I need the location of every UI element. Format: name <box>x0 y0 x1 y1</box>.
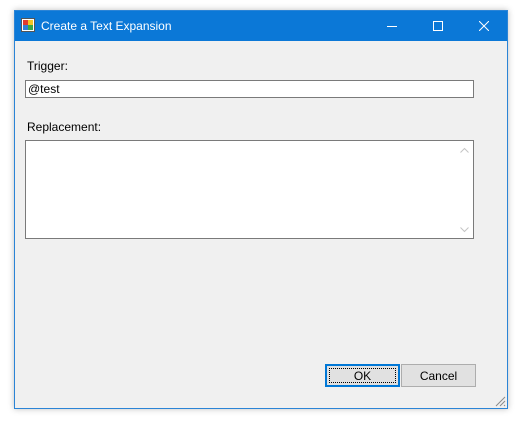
chevron-down-icon <box>460 226 469 232</box>
maximize-button[interactable] <box>415 11 461 41</box>
cancel-button-label: Cancel <box>419 368 458 383</box>
dialog-window: Create a Text Expansion Trigger: @test R… <box>14 10 508 409</box>
trigger-label: Trigger: <box>27 59 68 73</box>
replacement-textarea[interactable] <box>25 140 474 239</box>
replacement-label: Replacement: <box>27 120 102 134</box>
window-title: Create a Text Expansion <box>41 19 172 33</box>
close-icon <box>479 21 489 31</box>
maximize-icon <box>433 21 443 31</box>
chevron-up-icon <box>460 147 469 153</box>
trigger-input[interactable]: @test <box>25 80 474 98</box>
close-button[interactable] <box>461 11 507 41</box>
vertical-scrollbar[interactable] <box>456 141 473 238</box>
title-bar[interactable]: Create a Text Expansion <box>15 11 507 41</box>
app-icon <box>21 18 35 32</box>
scroll-up-button[interactable] <box>456 141 473 158</box>
resize-grip-icon[interactable] <box>493 394 506 407</box>
scroll-down-button[interactable] <box>456 221 473 238</box>
focus-rectangle <box>329 368 396 383</box>
minimize-icon <box>387 26 397 27</box>
cancel-button[interactable]: Cancel <box>401 364 476 387</box>
minimize-button[interactable] <box>369 11 415 41</box>
ok-button[interactable]: OK <box>325 364 400 387</box>
